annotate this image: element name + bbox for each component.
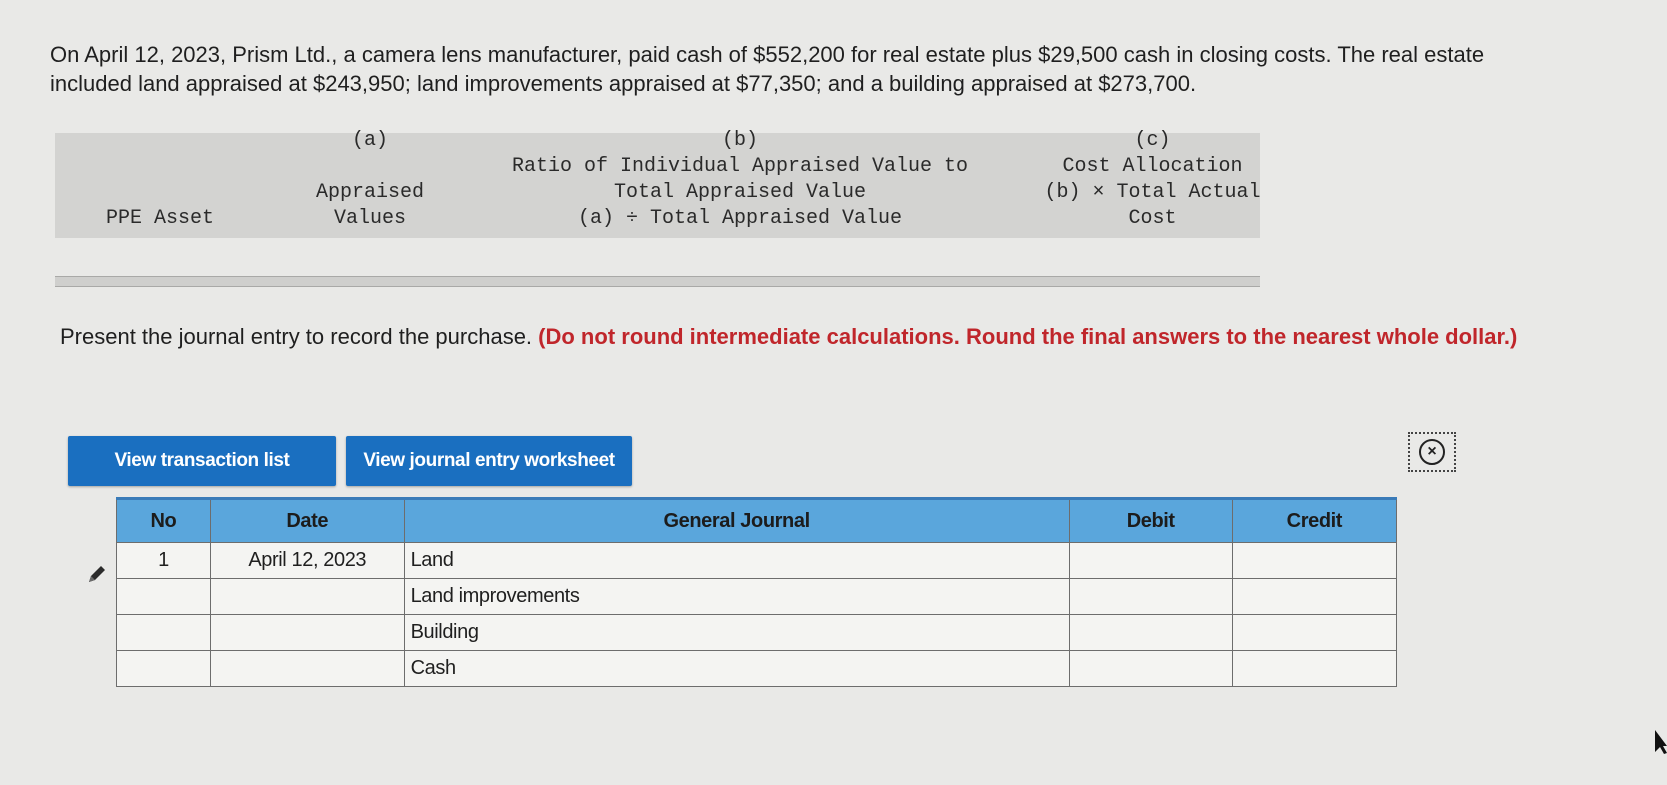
close-circle-icon: × — [1419, 439, 1445, 465]
debit-input[interactable] — [1068, 542, 1233, 579]
pencil-icon[interactable] — [80, 556, 114, 592]
row-date — [209, 650, 405, 687]
problem-text: On April 12, 2023, Prism Ltd., a camera … — [50, 42, 1485, 96]
row-no — [116, 578, 211, 615]
credit-input[interactable] — [1231, 650, 1398, 687]
table-row: Building — [116, 614, 1398, 651]
header-line: Total Appraised Value — [613, 181, 867, 204]
table-row: 1 April 12, 2023 Land — [116, 542, 1398, 579]
table-row: Cash — [116, 650, 1398, 687]
table-row: Land improvements — [116, 578, 1398, 615]
view-transaction-list-button[interactable]: View transaction list — [68, 436, 336, 486]
instruction-note: (Do not round intermediate calculations.… — [538, 324, 1518, 349]
row-account[interactable]: Building — [403, 614, 1070, 651]
row-no: 1 — [116, 542, 211, 579]
debit-input[interactable] — [1068, 614, 1233, 651]
header-line — [364, 154, 376, 180]
view-journal-entry-worksheet-button[interactable]: View journal entry worksheet — [346, 436, 632, 486]
header-line: Appraised — [315, 181, 425, 204]
row-no — [116, 650, 211, 687]
header-line: (a) ÷ Total Appraised Value — [577, 207, 903, 230]
row-date: April 12, 2023 — [209, 542, 405, 579]
header-line: Values — [333, 207, 406, 230]
credit-input[interactable] — [1231, 614, 1398, 651]
allocation-header-ratio: (b) Ratio of Individual Appraised Value … — [475, 129, 1005, 238]
header-no: No — [116, 497, 211, 543]
allocation-table: PPE Asset (a) Appraised Values (b) Ratio… — [55, 129, 1261, 238]
header-line: (b) × Total Actual — [1044, 181, 1261, 204]
credit-input[interactable] — [1231, 578, 1398, 615]
row-date — [209, 614, 405, 651]
header-line: Cost Allocation — [1062, 155, 1243, 178]
row-no — [116, 614, 211, 651]
credit-input[interactable] — [1231, 542, 1398, 579]
row-account[interactable]: Land improvements — [403, 578, 1070, 615]
debit-input[interactable] — [1068, 578, 1233, 615]
header-line: (a) — [351, 129, 388, 152]
instruction-main: Present the journal entry to record the … — [60, 324, 533, 349]
allocation-header-ppe-asset: PPE Asset — [55, 133, 265, 238]
row-account[interactable]: Cash — [403, 650, 1070, 687]
journal-header-row: No Date General Journal Debit Credit — [116, 497, 1398, 543]
header-credit: Credit — [1231, 497, 1398, 543]
header-line: (c) — [1134, 129, 1171, 152]
header-line: Cost — [1128, 207, 1177, 230]
header-line: (b) — [721, 129, 758, 152]
row-date — [209, 578, 405, 615]
debit-input[interactable] — [1068, 650, 1233, 687]
allocation-header-cost-allocation: (c) Cost Allocation (b) × Total Actual C… — [1044, 129, 1261, 238]
allocation-empty-row — [55, 276, 1260, 287]
header-general-journal: General Journal — [403, 497, 1070, 543]
close-button[interactable]: × — [1408, 432, 1456, 472]
mouse-cursor-icon — [1655, 730, 1667, 754]
instruction-text: Present the journal entry to record the … — [60, 322, 1560, 352]
header-line: PPE Asset — [105, 207, 215, 230]
header-date: Date — [209, 497, 405, 543]
allocation-header-appraised-values: (a) Appraised Values — [290, 129, 450, 238]
journal-entry-table: No Date General Journal Debit Credit 1 A… — [116, 497, 1398, 687]
header-debit: Debit — [1068, 497, 1233, 543]
header-line: Ratio of Individual Appraised Value to — [511, 155, 969, 178]
row-account[interactable]: Land — [403, 542, 1070, 579]
